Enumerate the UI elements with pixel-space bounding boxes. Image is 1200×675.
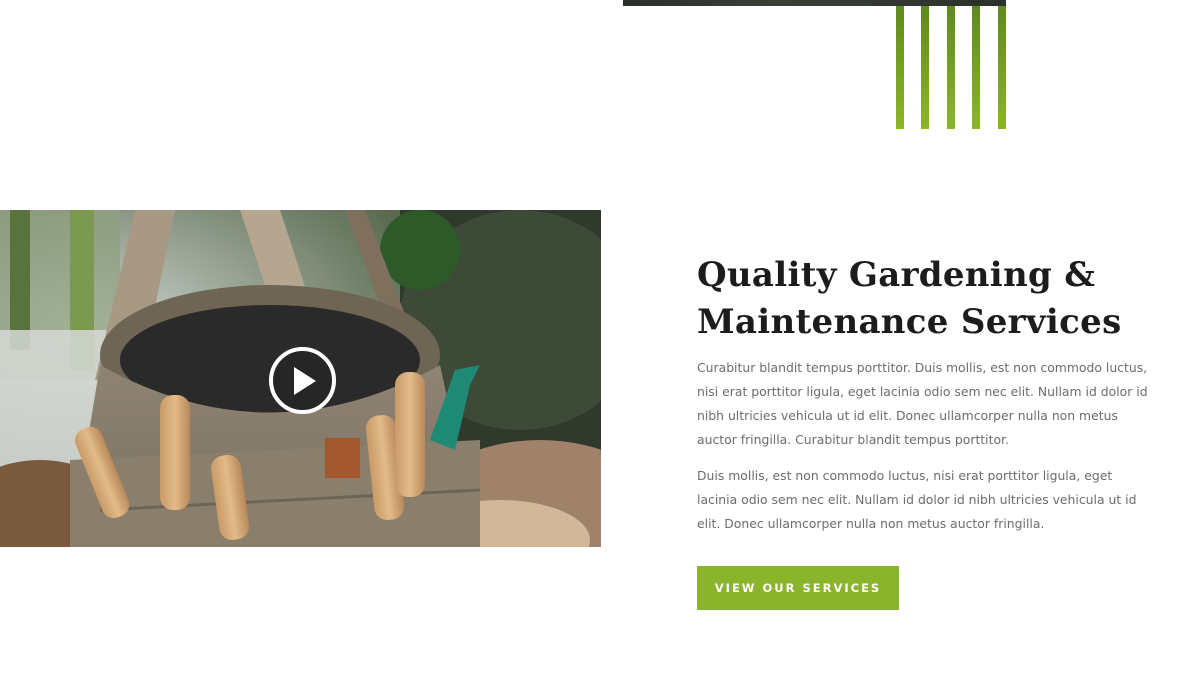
text-line: elit. Donec ullamcorper nulla non metus …: [697, 516, 1045, 531]
section-heading: Quality Gardening & Maintenance Services: [697, 252, 1137, 346]
text-line: Curabitur blandit tempus porttitor. Duis…: [697, 360, 1148, 375]
intro-paragraph-1: Curabitur blandit tempus porttitor. Duis…: [697, 356, 1148, 452]
stripe: [998, 6, 1006, 129]
stripe: [972, 6, 980, 129]
stripe: [921, 6, 929, 129]
view-services-button[interactable]: VIEW OUR SERVICES: [697, 566, 899, 610]
play-button[interactable]: [269, 347, 336, 414]
video-thumbnail[interactable]: [0, 210, 601, 547]
text-line: auctor fringilla. Curabitur blandit temp…: [697, 432, 1009, 447]
heading-line: Maintenance Services: [697, 302, 1122, 342]
heading-line: Quality Gardening &: [697, 255, 1096, 295]
play-icon: [294, 366, 316, 395]
text-line: nisi erat porttitor ligula, eget lacinia…: [697, 384, 1148, 399]
text-line: Duis mollis, est non commodo luctus, nis…: [697, 468, 1113, 483]
decorative-stripes: [896, 6, 1006, 129]
stripe: [947, 6, 955, 129]
stripe: [896, 6, 904, 129]
text-line: nibh ultricies vehicula ut id elit. Done…: [697, 408, 1118, 423]
text-line: lacinia odio sem nec elit. Nullam id dol…: [697, 492, 1137, 507]
intro-paragraph-2: Duis mollis, est non commodo luctus, nis…: [697, 464, 1137, 536]
